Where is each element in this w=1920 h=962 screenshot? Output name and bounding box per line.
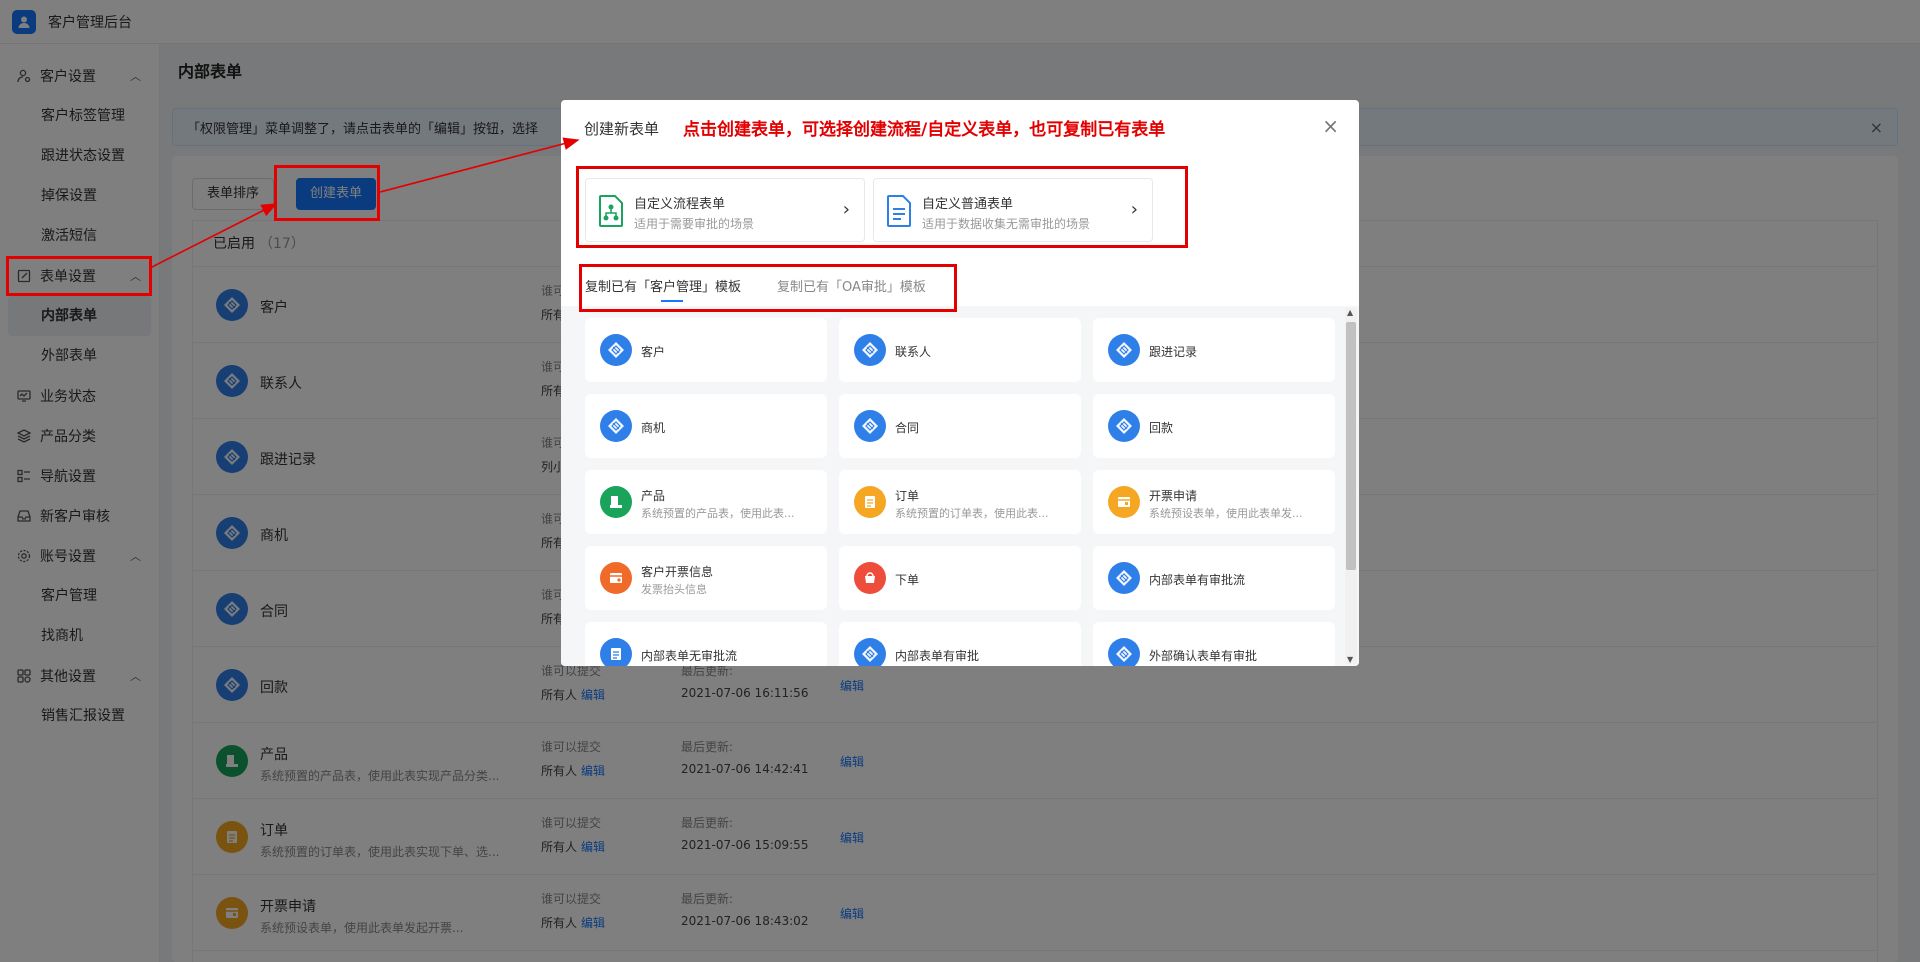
template-card[interactable]: 产品系统预置的产品表，使用此表...	[585, 470, 827, 534]
template-name: 内部表单无审批流	[641, 649, 738, 663]
diamond-icon	[1108, 562, 1140, 594]
template-card[interactable]: 内部表单有审批	[839, 622, 1081, 666]
cart-icon	[854, 562, 886, 594]
template-name: 联系人	[895, 345, 932, 359]
template-card[interactable]: 合同	[839, 394, 1081, 458]
annotation-box-form-settings	[6, 256, 152, 296]
diamond-icon	[1108, 638, 1140, 666]
diamond-icon	[854, 638, 886, 666]
template-card[interactable]: 内部表单无审批流	[585, 622, 827, 666]
diamond-icon	[600, 410, 632, 442]
template-name: 合同	[895, 421, 920, 435]
annotation-box-create-button	[274, 165, 380, 221]
template-card[interactable]: 客户	[585, 318, 827, 382]
template-name: 回款	[1149, 421, 1174, 435]
template-grid: 客户 联系人 跟进记录 商机 合同 回款 产品 系统预置的产品表，使用此表... 订单 系统预置的…	[561, 306, 1359, 666]
template-card[interactable]: 下单	[839, 546, 1081, 610]
template-card[interactable]: 回款	[1093, 394, 1335, 458]
template-desc: 系统预设表单，使用此表单发...	[1149, 507, 1303, 520]
template-name: 下单	[895, 573, 920, 587]
template-desc: 系统预置的订单表，使用此表...	[895, 507, 1049, 520]
template-card[interactable]: 内部表单有审批流	[1093, 546, 1335, 610]
diamond-icon	[1108, 410, 1140, 442]
template-card[interactable]: 客户开票信息 发票抬头信息	[585, 546, 827, 610]
diamond-icon	[1108, 334, 1140, 366]
template-card[interactable]: 联系人	[839, 318, 1081, 382]
template-card[interactable]: 开票申请系统预设表单，使用此表单发...	[1093, 470, 1335, 534]
template-card[interactable]: 商机	[585, 394, 827, 458]
invoice-info-icon	[600, 562, 632, 594]
annotation-box-copy-tabs	[579, 264, 957, 312]
template-name: 内部表单有审批	[895, 649, 980, 663]
close-icon[interactable]: ×	[1322, 114, 1339, 138]
annotation-box-custom-options	[576, 166, 1188, 248]
template-desc: 系统预置的产品表，使用此表...	[641, 507, 795, 520]
template-name: 外部确认表单有审批	[1149, 649, 1258, 663]
dialog-title: 创建新表单	[584, 120, 660, 138]
scroll-up-icon[interactable]: ▲	[1347, 308, 1353, 317]
template-name: 商机	[641, 421, 666, 435]
scroll-down-icon[interactable]: ▼	[1347, 655, 1353, 664]
template-name: 订单	[895, 489, 920, 503]
product-icon	[600, 486, 632, 518]
template-name: 客户	[641, 345, 666, 359]
template-name: 开票申请	[1149, 489, 1198, 503]
template-card[interactable]: 外部确认表单有审批	[1093, 622, 1335, 666]
template-desc: 发票抬头信息	[641, 583, 707, 596]
order-icon	[854, 486, 886, 518]
diamond-icon	[854, 334, 886, 366]
template-name: 客户开票信息	[641, 565, 714, 579]
clipboard-icon	[600, 638, 632, 666]
annotation-text: 点击创建表单，可选择创建流程/自定义表单，也可复制已有表单	[683, 120, 1166, 140]
diamond-icon	[600, 334, 632, 366]
template-card[interactable]: 跟进记录	[1093, 318, 1335, 382]
scrollbar[interactable]: ▲ ▼	[1345, 308, 1357, 664]
diamond-icon	[854, 410, 886, 442]
template-name: 内部表单有审批流	[1149, 573, 1246, 587]
invoice-icon	[1108, 486, 1140, 518]
scrollbar-thumb[interactable]	[1346, 322, 1356, 570]
template-card[interactable]: 订单系统预置的订单表，使用此表...	[839, 470, 1081, 534]
template-name: 跟进记录	[1149, 345, 1198, 359]
template-name: 产品	[641, 489, 666, 503]
